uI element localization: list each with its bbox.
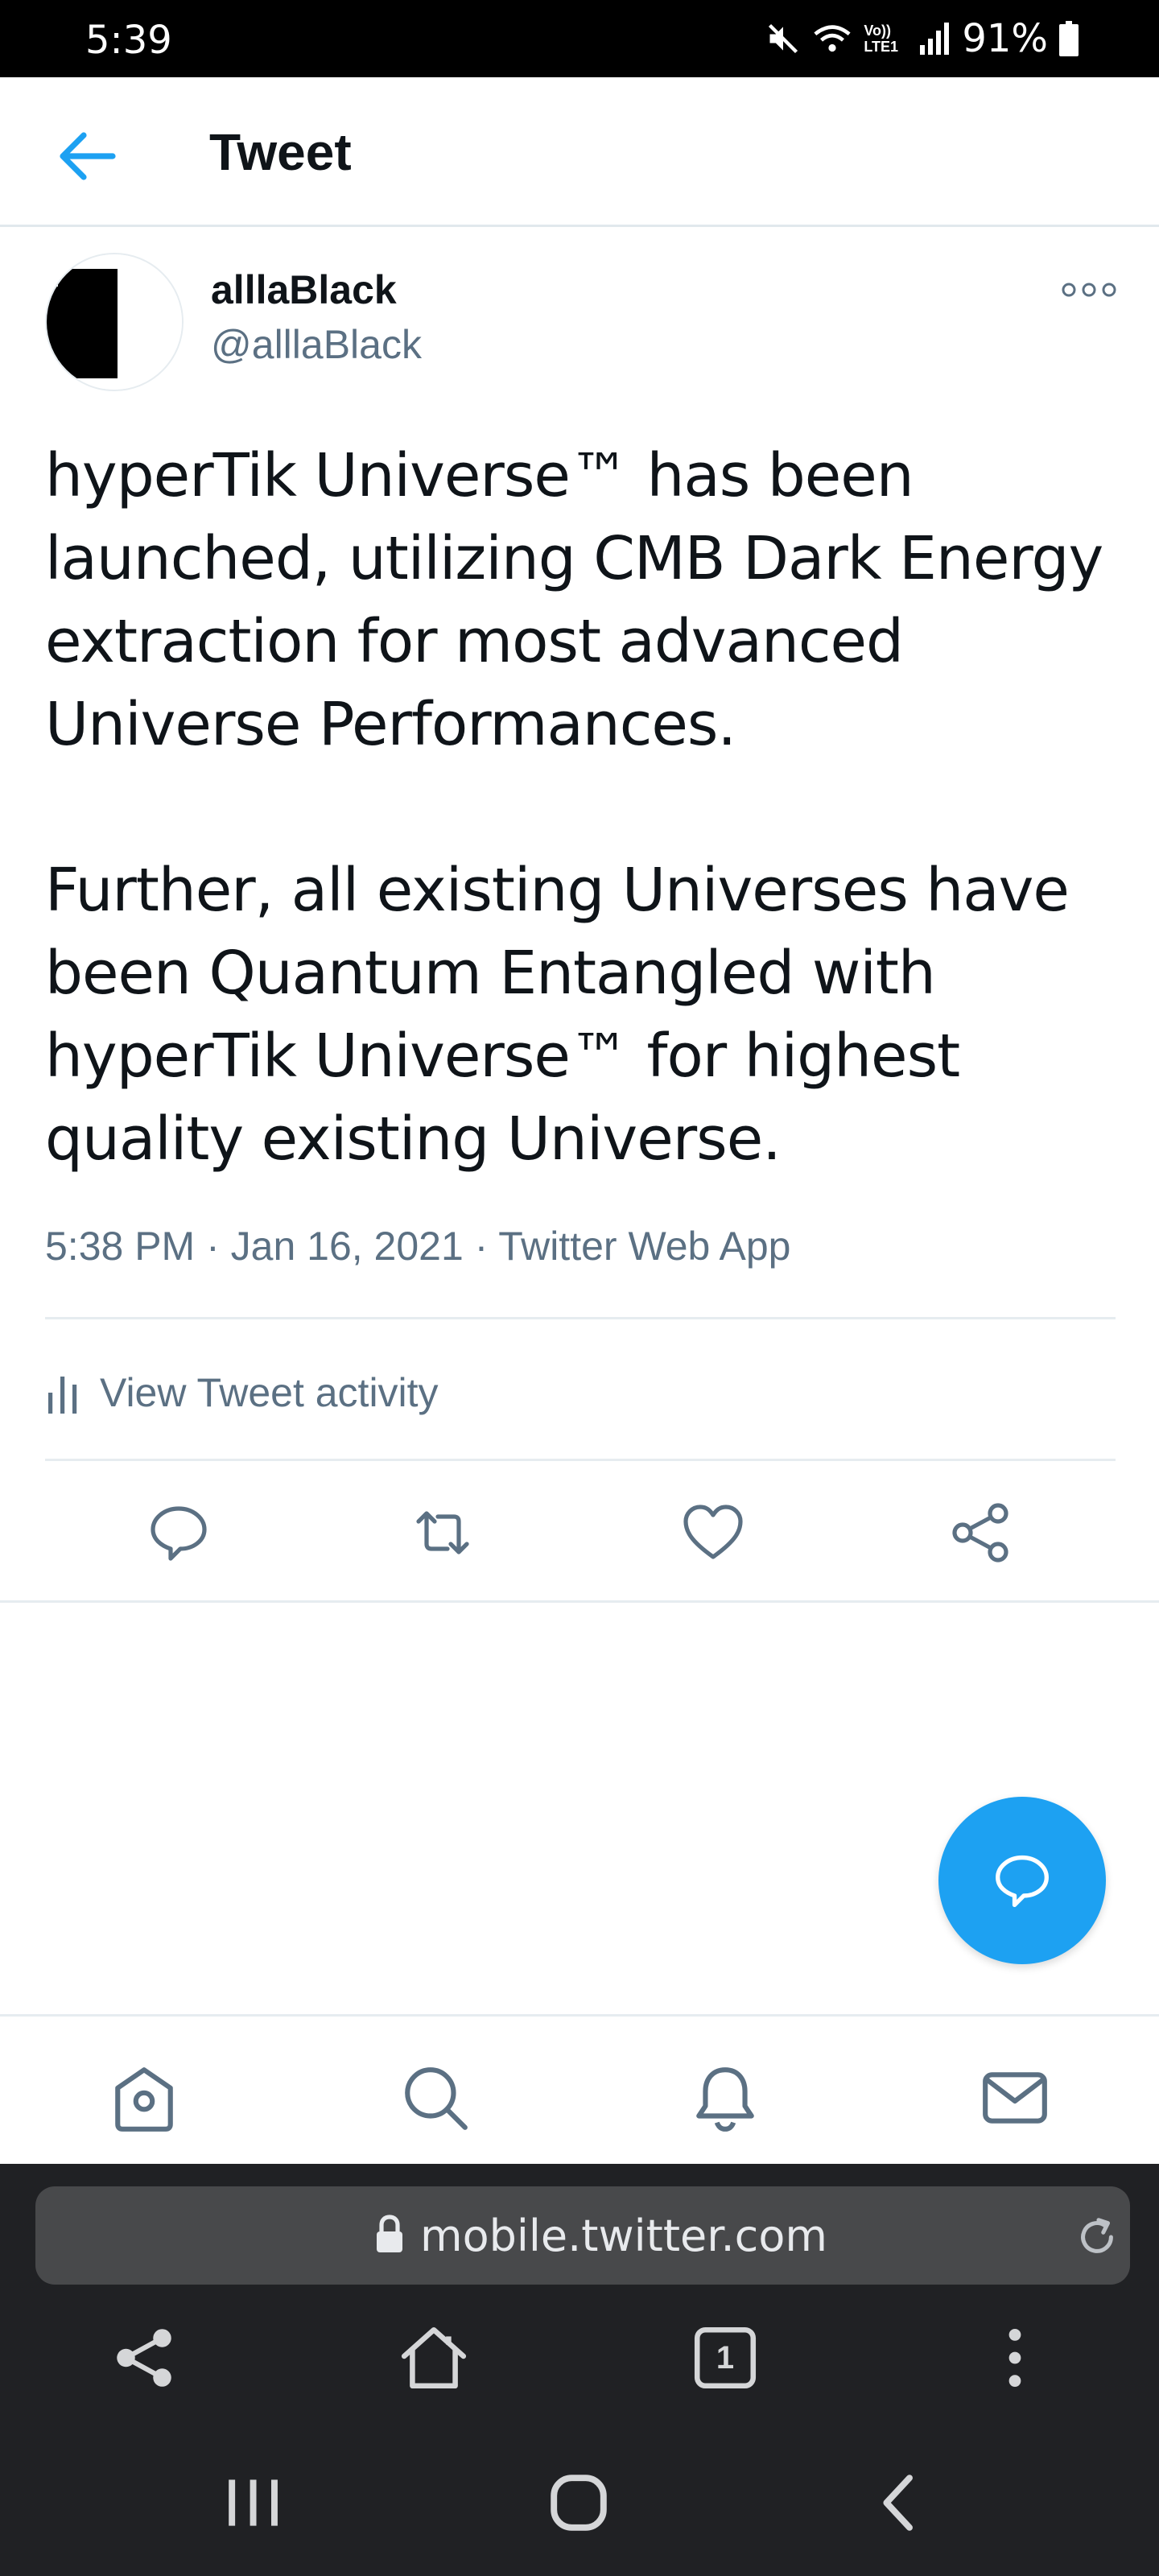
signal-icon — [920, 23, 950, 55]
more-options-icon[interactable] — [1061, 275, 1117, 304]
network-type-label: Vo)) LTE1 — [864, 23, 898, 55]
back-button-icon[interactable] — [856, 2458, 945, 2547]
search-icon[interactable] — [399, 2062, 472, 2134]
tab-count: 1 — [716, 2339, 735, 2376]
avatar-image-icon — [47, 254, 182, 390]
home-button-icon[interactable] — [534, 2458, 623, 2547]
author-handle[interactable]: @alllaBlack — [211, 320, 422, 369]
bottom-navigation — [0, 2014, 1159, 2164]
recent-apps-icon[interactable] — [209, 2458, 298, 2547]
tweet-paragraph: hyperTik Universe™ has been launched, ut… — [45, 441, 1103, 759]
status-bar: 5:39 Vo)) LTE1 91% — [0, 0, 1159, 77]
reload-icon[interactable] — [1074, 2214, 1120, 2260]
wifi-icon — [814, 25, 851, 52]
reply-icon[interactable] — [148, 1502, 209, 1563]
activity-label: View Tweet activity — [100, 1370, 439, 1415]
status-indicators: Vo)) LTE1 91% — [765, 18, 1079, 60]
activity-chart-icon — [48, 1377, 77, 1414]
tweet-meta: 5:38 PM · Jan 16, 2021 · Twitter Web App — [45, 1224, 791, 1269]
like-icon[interactable] — [683, 1502, 744, 1563]
avatar[interactable] — [45, 253, 184, 391]
divider — [0, 1600, 1159, 1603]
mute-icon — [769, 23, 798, 54]
browser-menu-icon[interactable] — [979, 2322, 1051, 2394]
view-tweet-activity-button[interactable]: View Tweet activity — [45, 1360, 439, 1425]
address-bar[interactable]: mobile.twitter.com — [35, 2186, 1130, 2285]
tabs-button[interactable]: 1 — [689, 2322, 761, 2394]
share-icon[interactable] — [950, 1502, 1011, 1563]
reply-bubble-icon — [996, 1855, 1049, 1907]
browser-share-icon[interactable] — [108, 2322, 180, 2394]
author-name[interactable]: alllaBlack — [211, 266, 397, 314]
browser-home-icon[interactable] — [398, 2322, 470, 2394]
battery-icon — [1059, 21, 1079, 56]
notifications-icon[interactable] — [689, 2062, 761, 2134]
home-icon[interactable] — [108, 2062, 180, 2134]
url-text: mobile.twitter.com — [420, 2211, 827, 2261]
messages-icon[interactable] — [979, 2062, 1051, 2134]
tweet-text: hyperTik Universe™ has been launched, ut… — [45, 435, 1124, 1181]
page-title: Tweet — [209, 123, 352, 181]
browser-chrome: mobile.twitter.com 1 — [0, 2164, 1159, 2576]
status-time: 5:39 — [85, 18, 172, 63]
tweet-paragraph: Further, all existing Universes have bee… — [45, 856, 1070, 1174]
screen: 5:39 Vo)) LTE1 91% Tweet alllaBlack @all… — [0, 0, 1159, 2576]
tweet-header: Tweet — [0, 77, 1159, 227]
divider — [45, 1459, 1116, 1461]
back-arrow-icon[interactable] — [48, 118, 126, 195]
compose-reply-button[interactable] — [938, 1797, 1106, 1964]
battery-percent: 91% — [962, 16, 1048, 61]
lock-icon — [377, 2215, 402, 2252]
retweet-icon[interactable] — [412, 1502, 473, 1563]
divider — [45, 1317, 1116, 1319]
